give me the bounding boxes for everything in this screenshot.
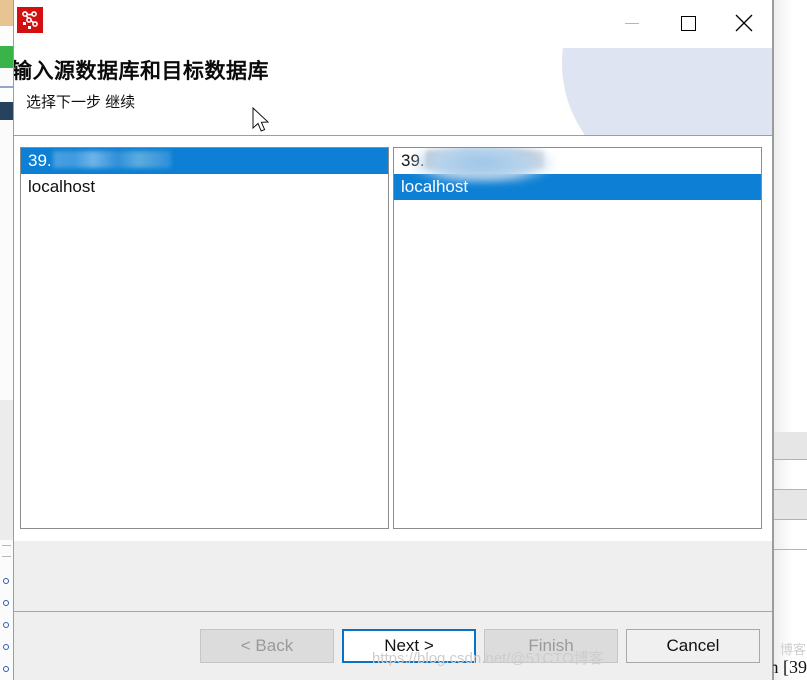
cancel-button[interactable]: Cancel — [626, 629, 760, 663]
screen: 博客 n [39 输入源数据库和目标数据库 选择下一步 继续 39. local… — [0, 0, 807, 680]
banner-decoration-inner — [562, 48, 772, 135]
list-item[interactable]: 39. — [394, 148, 761, 174]
list-item[interactable]: 39. — [21, 148, 388, 174]
background-clipped-text: n [39 — [769, 657, 807, 677]
page-title: 输入源数据库和目标数据库 — [14, 59, 269, 83]
back-button[interactable]: < Back — [200, 629, 334, 663]
database-lists: 39. localhost 39. localhost — [20, 147, 762, 529]
redacted-ip-icon — [52, 151, 171, 168]
maximize-icon[interactable] — [660, 0, 716, 46]
wizard-banner: 输入源数据库和目标数据库 选择下一步 继续 — [14, 48, 772, 136]
source-database-list[interactable]: 39. localhost — [20, 147, 389, 529]
close-icon[interactable] — [716, 0, 772, 46]
list-item-label: localhost — [401, 177, 469, 196]
wizard-dialog: 输入源数据库和目标数据库 选择下一步 继续 39. localhost 39. … — [13, 0, 773, 680]
background-watermark-cjk: 博客 — [779, 642, 806, 657]
list-item[interactable]: localhost — [394, 174, 761, 200]
background-window-right[interactable]: 博客 n [39 — [769, 0, 807, 680]
redacted-ip-icon — [425, 151, 544, 168]
title-bar[interactable] — [14, 0, 772, 48]
next-button[interactable]: Next > — [342, 629, 476, 663]
list-item-label: 39. — [28, 151, 52, 170]
list-item-label: localhost — [28, 177, 96, 196]
window-controls — [604, 0, 772, 46]
wizard-button-bar: < Back Next > Finish Cancel https://blog… — [14, 611, 772, 680]
wizard-content: 39. localhost 39. localhost — [14, 136, 772, 622]
list-item-label: 39. — [401, 151, 425, 170]
list-item[interactable]: localhost — [21, 174, 388, 200]
target-database-list[interactable]: 39. localhost — [393, 147, 762, 529]
minimize-icon[interactable] — [604, 0, 660, 46]
page-subtitle: 选择下一步 继续 — [26, 94, 136, 111]
database-schema-icon — [17, 7, 43, 33]
content-spacer — [14, 540, 772, 622]
finish-button[interactable]: Finish — [484, 629, 618, 663]
